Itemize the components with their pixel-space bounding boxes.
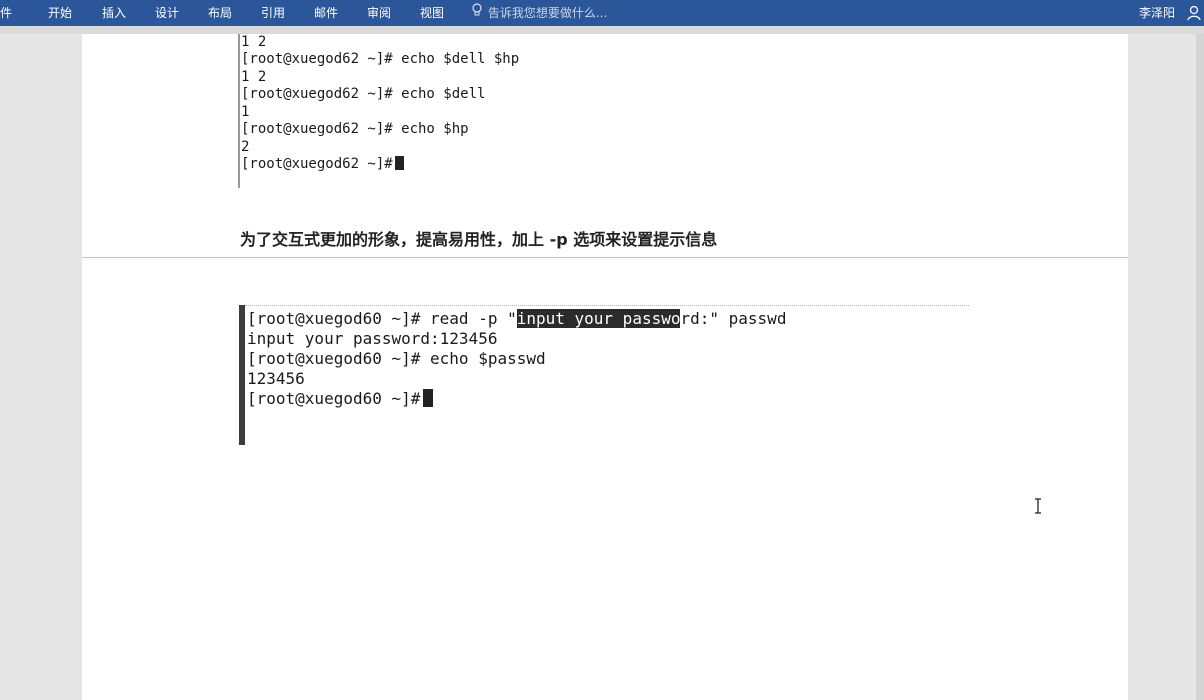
tab-review[interactable]: 审阅 (367, 0, 391, 26)
user-name[interactable]: 李泽阳 (1139, 0, 1175, 26)
instruction-paragraph[interactable]: 为了交互式更加的形象，提高易用性，加上 -p 选项来设置提示信息 (240, 226, 717, 250)
tab-file[interactable]: 件 (0, 0, 12, 26)
terminal-line: 123456 (247, 369, 305, 388)
terminal-prompt: [root@xuegod60 ~]# (247, 389, 421, 408)
terminal-edge (239, 305, 245, 445)
terminal-line: input your password:123456 (247, 329, 498, 348)
tab-home[interactable]: 开始 (48, 0, 72, 26)
terminal-line: 1 (241, 104, 250, 120)
command-suffix: rd:" passwd (680, 309, 787, 328)
left-gutter (0, 34, 82, 700)
terminal-command-line: [root@xuegod60 ~]# read -p "input your p… (247, 309, 786, 329)
tab-design[interactable]: 设计 (155, 0, 179, 26)
tab-mailings[interactable]: 邮件 (314, 0, 338, 26)
page-break-line (82, 257, 1128, 258)
terminal-line: 1 2 (241, 69, 267, 85)
terminal-line: 2 (241, 139, 250, 155)
tab-view[interactable]: 视图 (420, 0, 444, 26)
image-border (245, 305, 969, 306)
command-prefix: [root@xuegod60 ~]# read -p " (247, 309, 517, 328)
terminal-screenshot-1: 1 2 [root@xuegod62 ~]# echo $dell $hp 1 … (238, 34, 638, 188)
terminal-edge (238, 34, 240, 188)
highlighted-text: input your passwo (516, 309, 681, 328)
tab-layout[interactable]: 布局 (208, 0, 232, 26)
terminal-prompt-line: [root@xuegod60 ~]# (247, 389, 434, 409)
terminal-cursor (423, 389, 434, 407)
tell-me-text: 告诉我您想要做什么... (487, 6, 608, 20)
terminal-line: [root@xuegod62 ~]# echo $dell $hp (241, 51, 520, 67)
terminal-line: [root@xuegod62 ~]# echo $dell (241, 86, 486, 102)
terminal-line: [root@xuegod60 ~]# echo $passwd (247, 349, 546, 368)
tab-insert[interactable]: 插入 (102, 0, 126, 26)
ribbon-shadow (0, 26, 1204, 34)
lightbulb-icon (472, 0, 484, 26)
terminal-cursor (394, 156, 404, 170)
vertical-scrollbar[interactable] (1196, 34, 1204, 700)
terminal-screenshot-2: [root@xuegod60 ~]# read -p "input your p… (239, 305, 969, 445)
terminal-prompt-line: [root@xuegod62 ~]# (241, 156, 404, 173)
user-icon[interactable] (1187, 5, 1201, 21)
terminal-prompt: [root@xuegod62 ~]# (241, 156, 393, 172)
terminal-line: [root@xuegod62 ~]# echo $hp (241, 121, 469, 137)
ibeam-cursor-icon (1033, 498, 1043, 514)
tell-me-box[interactable]: 告诉我您想要做什么... (472, 0, 607, 26)
tab-references[interactable]: 引用 (261, 0, 285, 26)
ribbon-bar: 件 开始 插入 设计 布局 引用 邮件 审阅 视图 告诉我您想要做什么... 李… (0, 0, 1204, 26)
terminal-line: 1 2 (241, 34, 267, 50)
right-gutter (1128, 34, 1204, 700)
